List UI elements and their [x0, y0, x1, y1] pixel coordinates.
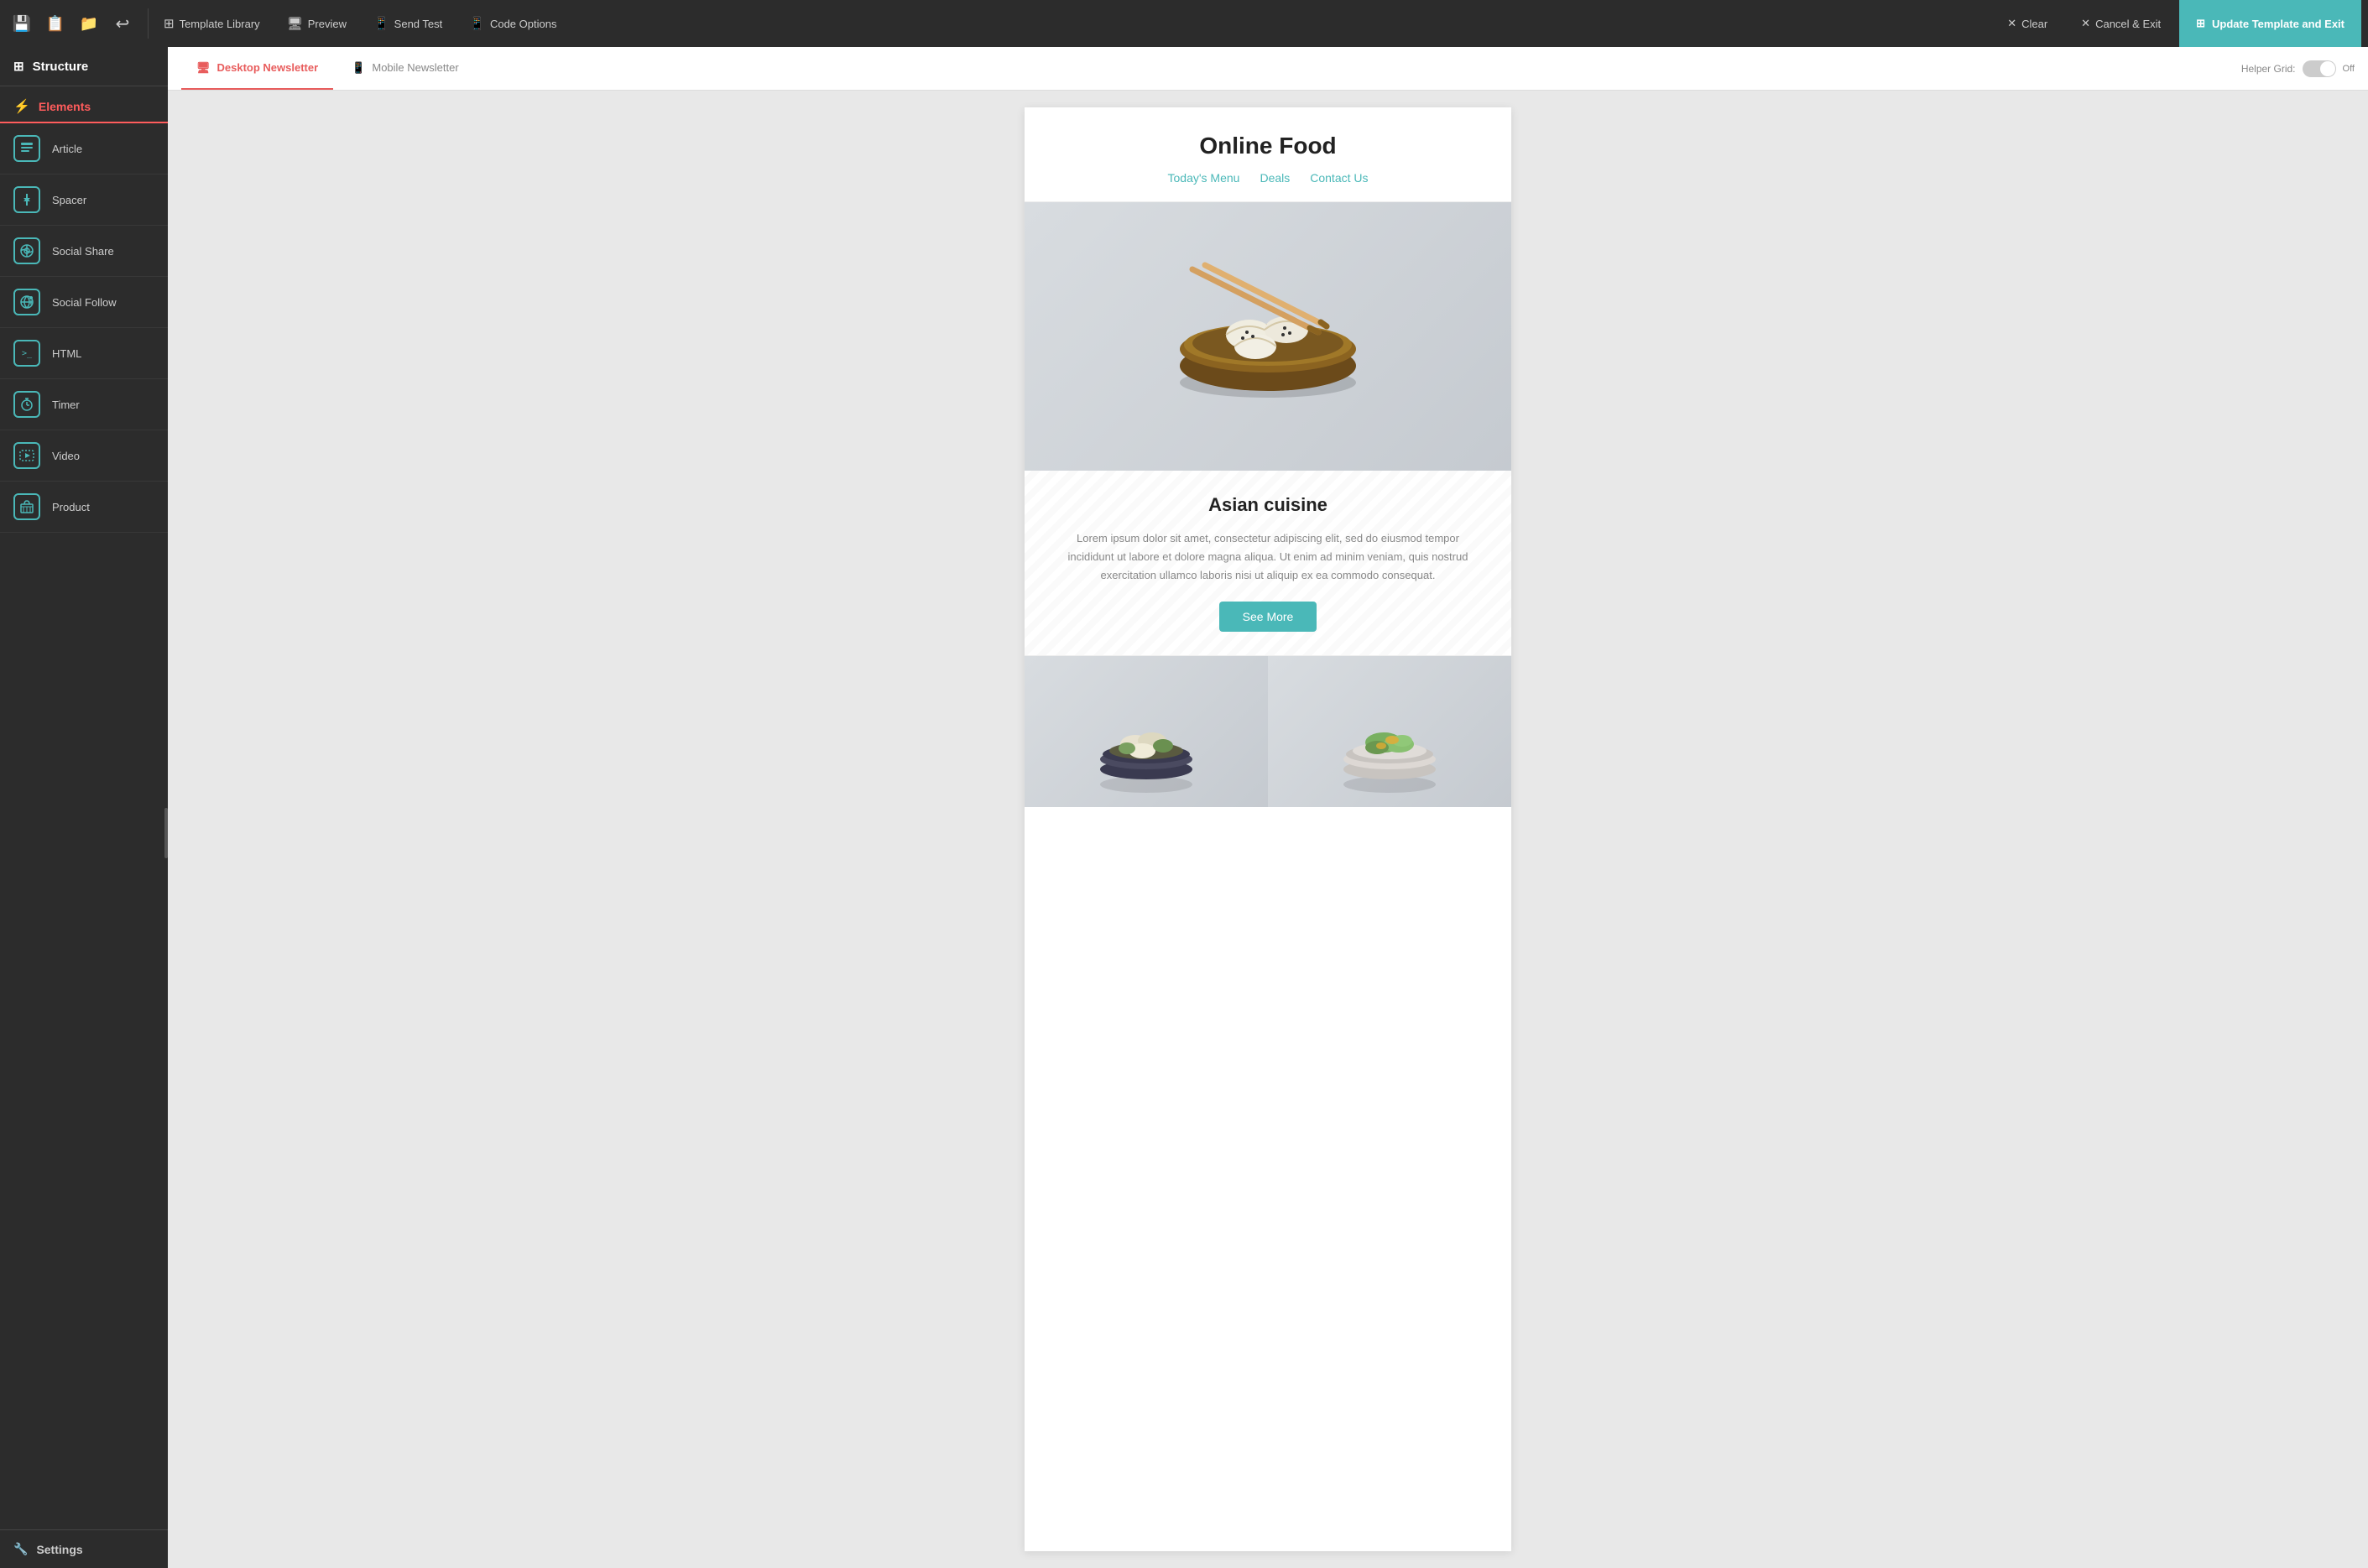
sidebar-header: ⊞ Structure: [0, 47, 168, 86]
plate-visual-left: [1025, 656, 1268, 807]
preview-icon: 🖥: [287, 16, 303, 31]
tab-desktop[interactable]: 🖥 Desktop Newsletter: [181, 47, 333, 90]
article-label: Article: [52, 143, 82, 155]
mobile-tab-label: Mobile Newsletter: [372, 61, 458, 74]
sidebar-item-social-share[interactable]: Social Share: [0, 226, 168, 277]
nav-todays-menu[interactable]: Today's Menu: [1168, 171, 1240, 185]
structure-icon: ⊞: [13, 59, 24, 74]
folder-icon[interactable]: 📁: [74, 8, 104, 39]
cancel-label: Cancel & Exit: [2095, 18, 2161, 30]
code-options-button[interactable]: 📱 Code Options: [457, 11, 568, 36]
spacer-icon: [13, 186, 40, 213]
sidebar: ⊞ Structure ⚡ Elements Article: [0, 47, 168, 1568]
sidebar-settings[interactable]: 🔧 Settings: [0, 1529, 168, 1568]
spacer-label: Spacer: [52, 194, 86, 206]
sidebar-item-social-follow[interactable]: Social Follow: [0, 277, 168, 328]
helper-grid-toggle[interactable]: [2303, 60, 2336, 77]
template-library-label: Template Library: [180, 18, 260, 30]
plate-visual-right: [1268, 656, 1511, 807]
send-test-icon: 📱: [373, 16, 389, 31]
timer-icon: [13, 391, 40, 418]
code-options-label: Code Options: [490, 18, 557, 30]
article-title: Asian cuisine: [1058, 494, 1478, 516]
email-nav: Today's Menu Deals Contact Us: [1041, 171, 1494, 185]
email-preview: Online Food Today's Menu Deals Contact U…: [1025, 107, 1511, 1551]
settings-label: Settings: [36, 1543, 82, 1556]
article-body: Lorem ipsum dolor sit amet, consectetur …: [1058, 529, 1478, 585]
timer-label: Timer: [52, 399, 80, 411]
toggle-knob: [2320, 61, 2335, 76]
settings-icon: 🔧: [13, 1542, 28, 1556]
update-icon: ⊞: [2196, 17, 2205, 30]
clear-label: Clear: [2021, 18, 2047, 30]
video-label: Video: [52, 450, 80, 462]
send-test-button[interactable]: 📱 Send Test: [362, 11, 454, 36]
preview-button[interactable]: 🖥 Preview: [275, 11, 358, 36]
sidebar-item-timer[interactable]: Timer: [0, 379, 168, 430]
sidebar-item-product[interactable]: Product: [0, 482, 168, 533]
tab-mobile[interactable]: 📱 Mobile Newsletter: [336, 47, 474, 90]
desktop-icon: 🖥: [196, 61, 211, 75]
preview-area: Online Food Today's Menu Deals Contact U…: [168, 91, 2368, 1568]
email-grid: [1025, 655, 1511, 807]
html-label: HTML: [52, 347, 81, 360]
tabs: 🖥 Desktop Newsletter 📱 Mobile Newsletter: [181, 47, 474, 90]
sidebar-item-html[interactable]: >_ HTML: [0, 328, 168, 379]
toolbar-right-actions: ✕ Clear ✕ Cancel & Exit ⊞ Update Templat…: [1992, 0, 2361, 47]
desktop-tab-label: Desktop Newsletter: [217, 61, 319, 74]
clear-button[interactable]: ✕ Clear: [1992, 12, 2063, 35]
toolbar-main-actions: ⊞ Template Library 🖥 Preview 📱 Send Test…: [152, 11, 1989, 36]
toolbar-file-icons: 💾 📋 📁 ↩: [7, 8, 149, 39]
tab-bar: 🖥 Desktop Newsletter 📱 Mobile Newsletter…: [168, 47, 2368, 91]
email-title: Online Food: [1041, 133, 1494, 159]
social-follow-label: Social Follow: [52, 296, 117, 309]
email-hero-image: [1025, 202, 1511, 471]
social-share-icon: [13, 237, 40, 264]
see-more-button[interactable]: See More: [1219, 602, 1317, 632]
toolbar: 💾 📋 📁 ↩ ⊞ Template Library 🖥 Preview 📱 S…: [0, 0, 2368, 47]
update-label: Update Template and Exit: [2212, 18, 2345, 30]
helper-grid-label: Helper Grid:: [2241, 63, 2296, 75]
lightning-icon: ⚡: [13, 98, 30, 115]
cancel-exit-button[interactable]: ✕ Cancel & Exit: [2066, 12, 2176, 35]
hero-food-visual: [1117, 211, 1419, 462]
template-library-icon: ⊞: [164, 16, 175, 31]
cancel-icon: ✕: [2081, 17, 2090, 30]
content-area: 🖥 Desktop Newsletter 📱 Mobile Newsletter…: [168, 47, 2368, 1568]
article-icon: [13, 135, 40, 162]
elements-label: Elements: [39, 100, 91, 113]
sidebar-elements-section: ⚡ Elements: [0, 86, 168, 123]
helper-grid-control: Helper Grid: Off: [2241, 60, 2355, 77]
product-icon: [13, 493, 40, 520]
grid-cell-right: [1268, 656, 1511, 807]
toggle-state-label: Off: [2343, 64, 2355, 74]
clear-icon: ✕: [2007, 17, 2016, 30]
sidebar-header-label: Structure: [33, 60, 89, 74]
main-layout: ⊞ Structure ⚡ Elements Article: [0, 47, 2368, 1568]
update-template-button[interactable]: ⊞ Update Template and Exit: [2179, 0, 2361, 47]
send-test-label: Send Test: [394, 18, 443, 30]
grid-cell-left: [1025, 656, 1268, 807]
social-follow-icon: [13, 289, 40, 315]
sidebar-item-spacer[interactable]: Spacer: [0, 175, 168, 226]
save-icon-1[interactable]: 💾: [7, 8, 37, 39]
food-svg: [1125, 219, 1411, 454]
preview-label: Preview: [308, 18, 347, 30]
video-icon: [13, 442, 40, 469]
undo-icon[interactable]: ↩: [107, 8, 138, 39]
sidebar-item-article[interactable]: Article: [0, 123, 168, 175]
nav-deals[interactable]: Deals: [1260, 171, 1290, 185]
save-icon-2[interactable]: 📋: [40, 8, 70, 39]
template-library-button[interactable]: ⊞ Template Library: [152, 11, 272, 36]
code-options-icon: 📱: [469, 16, 485, 31]
email-article: Asian cuisine Lorem ipsum dolor sit amet…: [1025, 471, 1511, 655]
mobile-icon: 📱: [352, 61, 365, 75]
product-label: Product: [52, 501, 90, 513]
scrollbar[interactable]: [164, 808, 168, 858]
nav-contact-us[interactable]: Contact Us: [1310, 171, 1368, 185]
social-share-label: Social Share: [52, 245, 114, 258]
html-icon: >_: [13, 340, 40, 367]
sidebar-item-video[interactable]: Video: [0, 430, 168, 482]
email-header: Online Food Today's Menu Deals Contact U…: [1025, 107, 1511, 202]
